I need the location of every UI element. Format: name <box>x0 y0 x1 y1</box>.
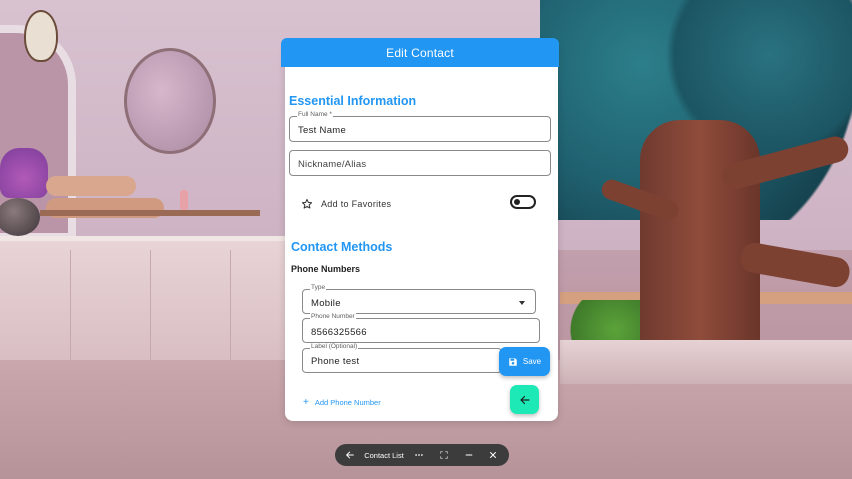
section-essential-information: Essential Information <box>289 94 417 108</box>
phone-number-label: Phone Number <box>310 313 356 320</box>
minimize-icon <box>465 454 473 456</box>
add-phone-number-label: Add Phone Number <box>314 398 381 407</box>
toggle-knob <box>514 199 520 205</box>
window-more-button[interactable] <box>412 444 426 466</box>
background-bottle <box>180 190 188 210</box>
phone-label-field[interactable]: Label (Optional) Phone test <box>302 343 502 373</box>
window-back-button[interactable] <box>343 444 357 466</box>
phone-type-label: Type <box>310 284 327 291</box>
full-name-label: Full Name * <box>297 111 333 118</box>
arrow-left-icon <box>519 395 530 404</box>
phone-number-field[interactable]: Phone Number 8566325566 <box>302 313 540 343</box>
background-planter <box>560 340 852 384</box>
window-title: Contact List <box>364 450 404 460</box>
dialog-title: Edit Contact <box>281 38 559 67</box>
add-phone-number-button[interactable]: + Add Phone Number <box>303 396 381 408</box>
phone-label-value: Phone test <box>311 356 360 367</box>
arrow-left-icon <box>346 451 354 459</box>
background-cushion <box>46 176 136 196</box>
phone-type-select[interactable]: Type Mobile <box>302 284 536 314</box>
floppy-disk-icon <box>509 357 517 366</box>
nickname-field[interactable]: Nickname/Alias <box>289 150 551 176</box>
save-button[interactable]: Save <box>499 347 550 376</box>
star-icon[interactable] <box>301 198 313 210</box>
full-name-field[interactable]: Full Name * Test Name <box>289 111 551 142</box>
favorites-row: Add to Favorites <box>285 189 558 219</box>
window-minimize-button[interactable] <box>462 444 476 466</box>
phone-label-label: Label (Optional) <box>310 343 359 350</box>
phone-numbers-heading: Phone Numbers <box>291 264 361 274</box>
window-fullscreen-button[interactable] <box>437 444 451 466</box>
background-mirror <box>124 48 216 154</box>
full-name-value: Test Name <box>298 125 347 136</box>
background-counter-seam <box>70 250 71 376</box>
section-contact-methods: Contact Methods <box>291 240 393 254</box>
favorites-toggle[interactable] <box>510 195 536 209</box>
close-icon <box>490 452 496 458</box>
background-counter-seam <box>150 250 151 376</box>
nickname-placeholder: Nickname/Alias <box>298 159 367 170</box>
chevron-down-icon <box>519 301 525 305</box>
background-crystal <box>0 148 48 198</box>
fullscreen-icon <box>440 451 448 459</box>
background-shelf <box>40 210 260 216</box>
background-counter-seam <box>230 250 231 376</box>
back-button[interactable] <box>510 385 539 414</box>
window-close-button[interactable] <box>486 444 500 466</box>
favorites-label: Add to Favorites <box>321 199 392 209</box>
more-icon <box>415 454 423 456</box>
edit-contact-dialog: Edit Contact Essential Information Full … <box>281 38 559 421</box>
save-label: Save <box>522 357 542 366</box>
phone-number-value: 8566325566 <box>311 327 367 338</box>
background-lamp <box>24 10 58 62</box>
phone-type-value: Mobile <box>311 298 341 309</box>
plus-icon: + <box>303 396 309 408</box>
window-bar: Contact List <box>335 444 509 466</box>
